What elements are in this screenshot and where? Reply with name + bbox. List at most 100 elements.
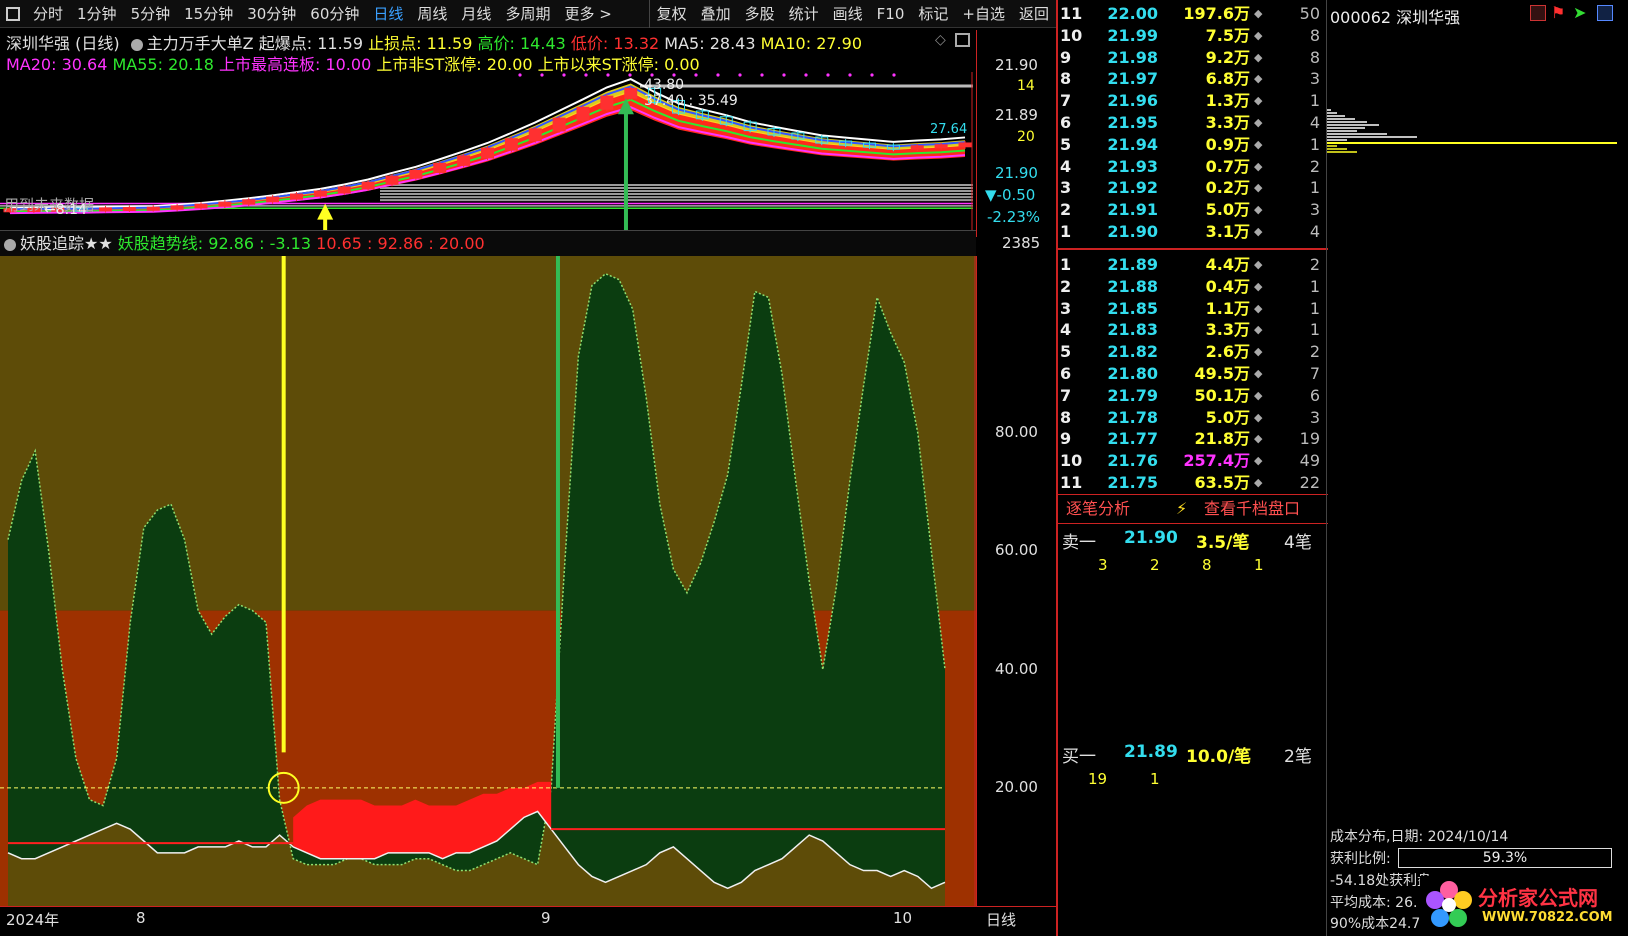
price-chart[interactable] — [0, 72, 973, 237]
sell-level-row[interactable]: 11 22.00 197.6万 ◆ 50 — [1060, 3, 1322, 25]
tab-60min[interactable]: 60分钟 — [303, 0, 366, 28]
level-volume: 0.2万 — [1205, 178, 1250, 198]
level-price: 21.90 — [1107, 222, 1158, 241]
tab-thousand-level[interactable]: 查看千档盘口 — [1204, 495, 1300, 523]
diamond-icon[interactable]: ◇ — [935, 32, 946, 48]
date-month-8: 8 — [136, 909, 146, 927]
multi-stock-button[interactable]: 多股 — [738, 0, 782, 28]
add-watchlist-button[interactable]: +自选 — [955, 0, 1012, 28]
sell-level-row[interactable]: 5 21.94 0.9万 ◆ 1 — [1060, 134, 1322, 156]
sell-level-row[interactable]: 1 21.90 3.1万 ◆ 4 — [1060, 221, 1322, 243]
chart-icon[interactable] — [1530, 5, 1546, 21]
window-square-icon[interactable] — [6, 6, 20, 21]
profit-value: 59.3% — [1482, 850, 1528, 866]
buy-level-row[interactable]: 6 21.80 49.5万 ◆ 7 — [1060, 363, 1322, 385]
level-index: 4 — [1060, 320, 1072, 340]
level-volume: 0.4万 — [1205, 276, 1250, 296]
level-price: 21.88 — [1107, 276, 1158, 296]
draw-line-button[interactable]: 画线 — [826, 0, 870, 28]
diamond-icon: ◆ — [1254, 432, 1263, 446]
limit-dot — [518, 73, 522, 77]
limit-dot — [628, 73, 632, 77]
grid-icon[interactable] — [1597, 5, 1613, 21]
buy-level-row[interactable]: 4 21.83 3.3万 ◆ 1 — [1060, 319, 1322, 341]
restore-rights-button[interactable]: 复权 — [650, 0, 694, 28]
indicator-values: 10.65 : 92.86 : 20.00 — [316, 234, 485, 253]
level-price: 21.80 — [1107, 364, 1158, 383]
sell-level-row[interactable]: 8 21.97 6.8万 ◆ 3 — [1060, 68, 1322, 90]
level-index: 6 — [1060, 113, 1072, 132]
buy-level-row[interactable]: 5 21.82 2.6万 ◆ 2 — [1060, 341, 1322, 363]
tab-multi-period[interactable]: 多周期 — [498, 0, 557, 28]
sell-level-row[interactable]: 7 21.96 1.3万 ◆ 1 — [1060, 90, 1322, 112]
diamond-icon: ◆ — [1254, 159, 1263, 173]
tab-15min[interactable]: 15分钟 — [177, 0, 240, 28]
level-count: 1 — [1309, 276, 1320, 296]
level-count: 22 — [1299, 473, 1320, 492]
candle — [242, 199, 256, 205]
candle — [194, 203, 208, 209]
app-window: 分时 1分钟 5分钟 15分钟 30分钟 60分钟 日线 周线 月线 多周期 更… — [0, 0, 1628, 936]
diamond-icon: ◆ — [1254, 7, 1263, 20]
level-volume: 197.6万 — [1183, 4, 1250, 23]
buy-level-row[interactable]: 2 21.88 0.4万 ◆ 1 — [1060, 276, 1322, 298]
buy-level-row[interactable]: 11 21.75 63.5万 ◆ 22 — [1060, 472, 1322, 494]
level-price: 21.89 — [1107, 255, 1158, 274]
level-index: 1 — [1060, 222, 1072, 241]
sell-level-row[interactable]: 2 21.91 5.0万 ◆ 3 — [1060, 199, 1322, 221]
flag-icon[interactable]: ⚑ — [1551, 3, 1565, 22]
tab-30min[interactable]: 30分钟 — [240, 0, 303, 28]
level-volume: 2.6万 — [1205, 342, 1250, 362]
indicator-tick: 60.00 — [995, 541, 1038, 560]
candle — [337, 186, 351, 194]
buy-level-row[interactable]: 1 21.89 4.4万 ◆ 2 — [1060, 254, 1322, 276]
level-volume: 6.8万 — [1205, 69, 1250, 89]
level-count: 49 — [1299, 451, 1320, 471]
tab-more[interactable]: 更多 > — [557, 0, 618, 28]
diamond-icon: ◆ — [1254, 225, 1263, 238]
buy-level-row[interactable]: 8 21.78 5.0万 ◆ 3 — [1060, 407, 1322, 429]
sell-level-row[interactable]: 3 21.92 0.2万 ◆ 1 — [1060, 177, 1322, 199]
candle — [409, 169, 423, 179]
indicator-title: 妖股追踪★★ — [20, 234, 113, 253]
limit-dot — [892, 73, 896, 77]
level-price: 21.92 — [1107, 178, 1158, 198]
arrow-icon[interactable]: ➤ — [1573, 3, 1586, 22]
flower-logo-icon — [1426, 881, 1472, 927]
buy-level-row[interactable]: 10 21.76 257.4万 ◆ 49 — [1060, 450, 1322, 472]
sell-level-row[interactable]: 4 21.93 0.7万 ◆ 2 — [1060, 156, 1322, 178]
level-index: 11 — [1060, 4, 1083, 23]
tab-daily[interactable]: 日线 — [366, 0, 410, 28]
mark-button[interactable]: 标记 — [911, 0, 955, 28]
collapse-icon[interactable] — [4, 238, 16, 251]
queue-item: 1 — [1254, 556, 1264, 574]
buy-level-row[interactable]: 7 21.79 50.1万 ◆ 6 — [1060, 385, 1322, 407]
candle — [934, 144, 948, 149]
level-price: 21.77 — [1107, 429, 1158, 449]
sell-level-row[interactable]: 6 21.95 3.3万 ◆ 4 — [1060, 112, 1322, 134]
tab-monthly[interactable]: 月线 — [454, 0, 498, 28]
tab-5min[interactable]: 5分钟 — [124, 0, 178, 28]
tab-weekly[interactable]: 周线 — [410, 0, 454, 28]
overlay-button[interactable]: 叠加 — [694, 0, 738, 28]
sell-level-row[interactable]: 9 21.98 9.2万 ◆ 8 — [1060, 47, 1322, 69]
limit-dot — [870, 73, 874, 77]
back-button[interactable]: 返回 — [1012, 0, 1056, 28]
sell-level-row[interactable]: 10 21.99 7.5万 ◆ 8 — [1060, 25, 1322, 47]
tab-tick-analysis[interactable]: 逐笔分析 — [1066, 495, 1130, 523]
level-count: 8 — [1309, 25, 1320, 45]
ma10-value: MA10: 27.90 — [760, 34, 862, 53]
level-price: 21.75 — [1107, 473, 1158, 492]
expand-icon[interactable] — [955, 33, 970, 47]
f10-button[interactable]: F10 — [870, 0, 912, 28]
tab-fenshi[interactable]: 分时 — [26, 0, 70, 28]
buy-level-row[interactable]: 3 21.85 1.1万 ◆ 1 — [1060, 298, 1322, 320]
yaogu-indicator-chart[interactable] — [0, 256, 976, 906]
tab-1min[interactable]: 1分钟 — [70, 0, 124, 28]
collapse-icon[interactable] — [130, 38, 143, 51]
stats-button[interactable]: 统计 — [782, 0, 826, 28]
limit-dot — [848, 73, 852, 77]
buy-level-row[interactable]: 9 21.77 21.8万 ◆ 19 — [1060, 428, 1322, 450]
level-volume: 4.4万 — [1205, 255, 1250, 274]
level-price: 21.95 — [1107, 113, 1158, 132]
